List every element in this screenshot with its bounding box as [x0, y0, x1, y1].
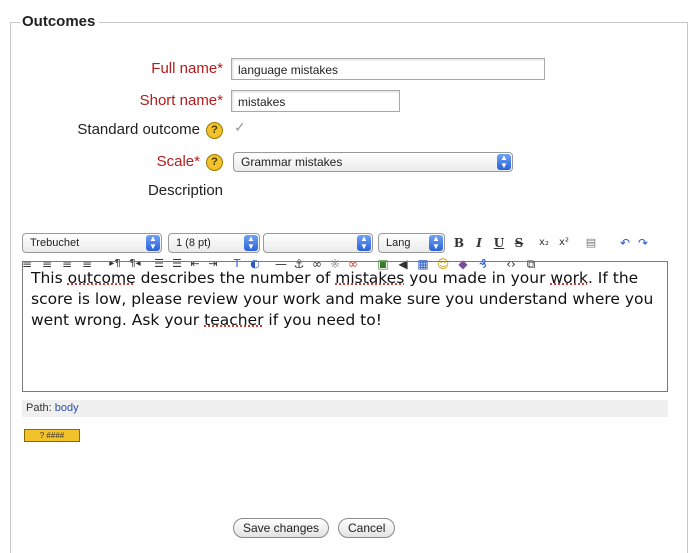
select-arrows-icon: ▲ ▼ [146, 235, 160, 251]
short-name-input[interactable]: mistakes [231, 90, 400, 112]
fieldset-legend: Outcomes [20, 13, 100, 30]
path-link-body[interactable]: body [55, 402, 79, 414]
help-icon[interactable]: ? [206, 153, 223, 171]
subscript-icon[interactable]: x₂ [535, 233, 553, 253]
full-name-label: Full name* [151, 60, 223, 77]
select-arrows-icon: ▲ ▼ [497, 154, 511, 170]
select-arrows-icon: ▲ ▼ [357, 235, 371, 251]
select-arrows-icon: ▲ ▼ [429, 235, 443, 251]
cancel-button[interactable]: Cancel [338, 518, 396, 538]
scale-value: Grammar mistakes [241, 155, 343, 169]
font-size-select[interactable]: 1 (8 pt) ▲ ▼ [168, 233, 260, 253]
help-icon[interactable]: ? [206, 121, 223, 139]
description-label: Description [147, 182, 223, 199]
paste-word-icon[interactable]: ▤ [582, 233, 600, 253]
italic-icon[interactable]: I [470, 233, 488, 253]
select-arrows-icon: ▲ ▼ [244, 235, 258, 251]
redo-icon[interactable]: ↷ [634, 233, 652, 253]
bold-icon[interactable]: B [450, 233, 468, 253]
standard-outcome-checkbox[interactable]: ✓ [234, 120, 248, 134]
editor-path-bar: Path: body [22, 400, 668, 417]
toggle-editor-icon[interactable]: ? #### [24, 429, 80, 442]
strikethrough-icon[interactable]: S [510, 233, 528, 253]
superscript-icon[interactable]: x² [555, 233, 573, 253]
lang-select[interactable]: Lang ▲ ▼ [378, 233, 445, 253]
standard-outcome-label: Standard outcome? [0, 121, 223, 139]
format-select[interactable]: ▲ ▼ [263, 233, 373, 253]
scale-select[interactable]: Grammar mistakes ▲ ▼ [233, 152, 513, 172]
editor-toolbar-row-1: Trebuchet ▲ ▼ 1 (8 pt) ▲ ▼ ▲ ▼ Lang ▲ ▼ B I U S… [22, 233, 692, 255]
full-name-input[interactable]: language mistakes [231, 58, 545, 80]
description-editor[interactable]: This outcome describes the number of mis… [22, 261, 668, 392]
save-changes-button[interactable]: Save changes [233, 518, 330, 538]
scale-label: Scale*? [0, 153, 223, 171]
font-select[interactable]: Trebuchet ▲ ▼ [22, 233, 162, 253]
underline-icon[interactable]: U [490, 233, 508, 253]
undo-icon[interactable]: ↶ [616, 233, 634, 253]
short-name-label: Short name* [139, 92, 223, 109]
